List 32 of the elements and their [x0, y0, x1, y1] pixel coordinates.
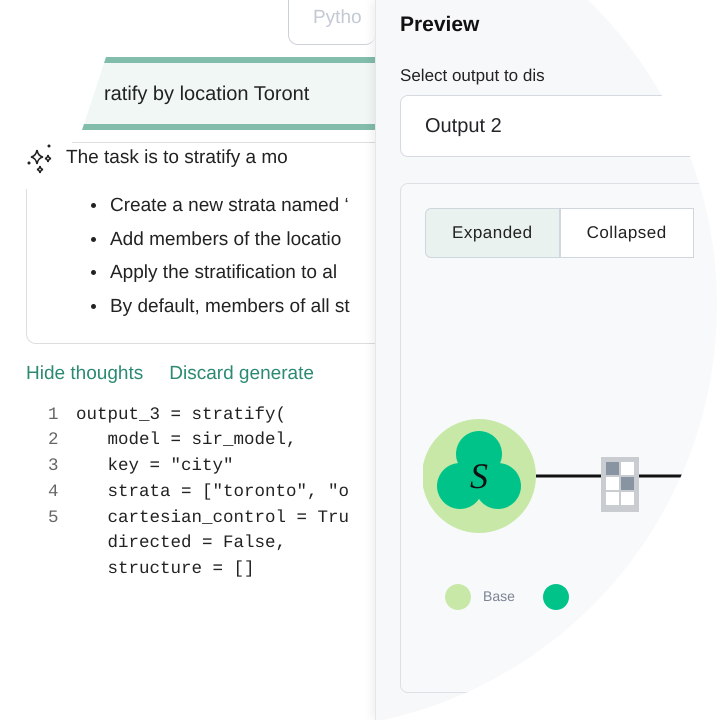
code-line: directed = False, — [106, 532, 286, 556]
thought-summary: The task is to stratify a mo — [66, 146, 288, 170]
node-label: S — [470, 456, 488, 496]
code-line: structure = [] — [106, 558, 255, 582]
code-line: key = "city" — [106, 455, 234, 478]
text-link[interactable]: Discard generate — [169, 360, 314, 388]
view-tab[interactable]: Collapsed — [560, 208, 694, 258]
view-tab[interactable]: Expanded — [425, 208, 560, 258]
matrix-icon[interactable] — [601, 456, 639, 512]
line-number: 2 — [48, 429, 60, 452]
bullet-text: Add members of the locatio — [110, 228, 342, 252]
code-line: strata = ["toronto", "o — [106, 480, 350, 504]
text-link[interactable]: Hide thoughts — [26, 360, 144, 388]
model-node[interactable] — [423, 418, 536, 533]
line-number: 5 — [48, 506, 60, 530]
line-number: 4 — [48, 480, 60, 504]
line-number: 3 — [48, 455, 60, 478]
line-number: 1 — [48, 404, 60, 426]
select-label: Select output to dis — [400, 65, 546, 88]
code-line: output_3 = stratify( — [76, 404, 286, 426]
bullet-dot — [91, 236, 96, 242]
code-line: model = sir_model, — [106, 429, 297, 452]
bullet-dot — [91, 304, 96, 309]
bullet-text: Create a new strata named ‘ — [110, 194, 349, 218]
panel-title: Preview — [400, 12, 480, 38]
bullet-dot — [91, 270, 96, 276]
bullet-text: Apply the stratification to al — [110, 261, 338, 285]
legend-label: Base — [483, 587, 515, 606]
prompt-text: ratify by location Toront — [104, 82, 310, 106]
code-line: cartesian_control = Tru — [106, 506, 350, 530]
bullet-text: By default, members of all st — [110, 294, 350, 318]
bullet-dot — [91, 203, 96, 208]
